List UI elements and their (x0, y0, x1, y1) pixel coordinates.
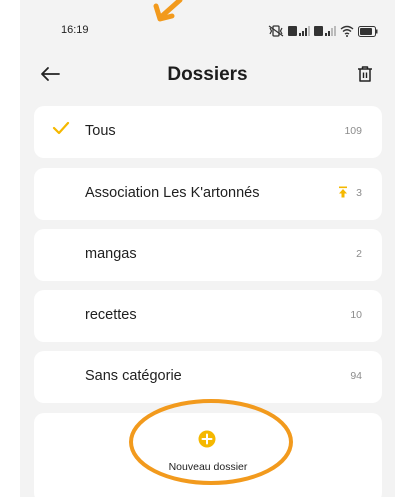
folder-item-mangas[interactable]: mangas 2 (34, 229, 382, 281)
folder-name: mangas (85, 246, 137, 262)
folder-count: 10 (350, 309, 362, 321)
folder-name: recettes (85, 307, 137, 323)
new-folder-label: Nouveau dossier (168, 461, 248, 473)
pin-icon (339, 186, 347, 198)
folder-name: Tous (85, 123, 116, 139)
folder-count: 2 (356, 248, 362, 260)
folder-item-sans-categorie[interactable]: Sans catégorie 94 (34, 351, 382, 403)
trash-icon (358, 66, 372, 82)
page-title: Dossiers (167, 64, 248, 85)
delete-button[interactable] (351, 60, 379, 88)
app-bar: Dossiers (20, 52, 395, 96)
wifi-icon (340, 25, 354, 37)
folder-name: Sans catégorie (85, 368, 182, 384)
folders-screen: 16:19 Dossiers Tous 109 Association Les … (20, 0, 395, 497)
sim1-signal-icon (288, 26, 310, 36)
folder-item-recettes[interactable]: recettes 10 (34, 290, 382, 342)
folder-count: 3 (356, 187, 362, 199)
folder-count: 94 (350, 370, 362, 382)
folder-count: 109 (344, 125, 362, 137)
folder-name: Association Les K'artonnés (85, 185, 260, 201)
plus-circle-icon (198, 430, 216, 448)
folder-item-tous[interactable]: Tous 109 (34, 106, 382, 158)
annotation-arrow (153, 0, 183, 22)
status-bar: 16:19 (20, 18, 395, 44)
status-time: 16:19 (61, 24, 89, 36)
new-folder-button[interactable]: Nouveau dossier (34, 413, 382, 497)
battery-icon (358, 25, 378, 37)
folder-item-association[interactable]: Association Les K'artonnés 3 (34, 168, 382, 220)
checkmark-icon (52, 121, 70, 135)
sim2-signal-icon (314, 26, 336, 36)
vibrate-icon (268, 25, 284, 37)
status-icons (268, 24, 378, 38)
